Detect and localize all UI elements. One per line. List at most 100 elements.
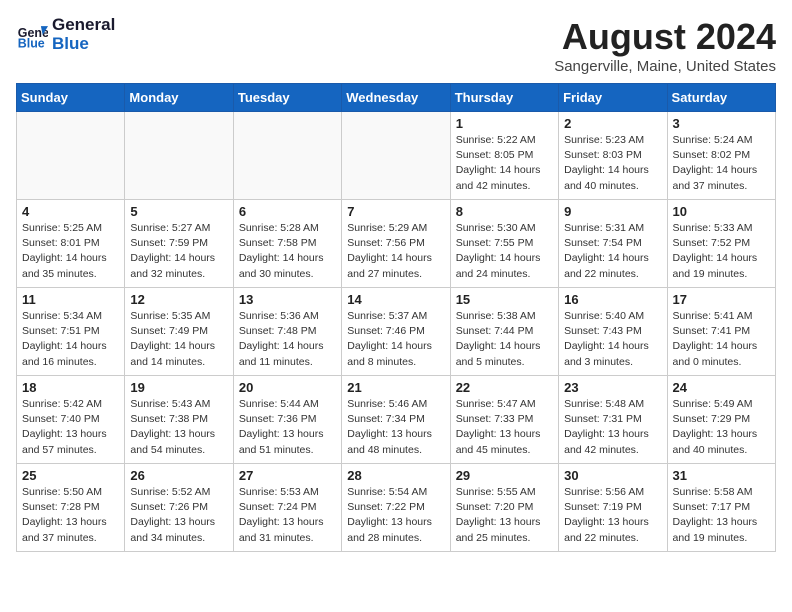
day-info: Sunrise: 5:48 AMSunset: 7:31 PMDaylight:…: [564, 397, 661, 458]
title-block: August 2024 Sangerville, Maine, United S…: [554, 16, 776, 75]
day-info: Sunrise: 5:58 AMSunset: 7:17 PMDaylight:…: [673, 485, 770, 546]
calendar-cell: 2 Sunrise: 5:23 AMSunset: 8:03 PMDaylight…: [559, 112, 667, 200]
week-row-2: 4 Sunrise: 5:25 AMSunset: 8:01 PMDaylight…: [17, 200, 776, 288]
week-row-4: 18 Sunrise: 5:42 AMSunset: 7:40 PMDayligh…: [17, 376, 776, 464]
calendar-cell: 10 Sunrise: 5:33 AMSunset: 7:52 PMDayligh…: [667, 200, 775, 288]
col-header-friday: Friday: [559, 84, 667, 112]
day-number: 2: [564, 116, 661, 131]
calendar-cell: [125, 112, 233, 200]
day-info: Sunrise: 5:40 AMSunset: 7:43 PMDaylight:…: [564, 309, 661, 370]
day-info: Sunrise: 5:46 AMSunset: 7:34 PMDaylight:…: [347, 397, 444, 458]
day-info: Sunrise: 5:55 AMSunset: 7:20 PMDaylight:…: [456, 485, 553, 546]
day-info: Sunrise: 5:23 AMSunset: 8:03 PMDaylight:…: [564, 133, 661, 194]
calendar-cell: 31 Sunrise: 5:58 AMSunset: 7:17 PMDayligh…: [667, 464, 775, 552]
day-number: 15: [456, 292, 553, 307]
day-number: 14: [347, 292, 444, 307]
calendar-cell: 9 Sunrise: 5:31 AMSunset: 7:54 PMDaylight…: [559, 200, 667, 288]
day-number: 5: [130, 204, 227, 219]
calendar-cell: [342, 112, 450, 200]
day-number: 21: [347, 380, 444, 395]
day-info: Sunrise: 5:38 AMSunset: 7:44 PMDaylight:…: [456, 309, 553, 370]
day-info: Sunrise: 5:43 AMSunset: 7:38 PMDaylight:…: [130, 397, 227, 458]
calendar-cell: 19 Sunrise: 5:43 AMSunset: 7:38 PMDayligh…: [125, 376, 233, 464]
calendar-cell: 16 Sunrise: 5:40 AMSunset: 7:43 PMDayligh…: [559, 288, 667, 376]
day-number: 28: [347, 468, 444, 483]
week-row-5: 25Sunrise: 5:50 AMSunset: 7:28 PMDayligh…: [17, 464, 776, 552]
calendar-cell: 24 Sunrise: 5:49 AMSunset: 7:29 PMDayligh…: [667, 376, 775, 464]
day-info: Sunrise: 5:28 AMSunset: 7:58 PMDaylight:…: [239, 221, 336, 282]
day-number: 19: [130, 380, 227, 395]
day-number: 11: [22, 292, 119, 307]
col-header-sunday: Sunday: [17, 84, 125, 112]
calendar-cell: 27 Sunrise: 5:53 AMSunset: 7:24 PMDayligh…: [233, 464, 341, 552]
calendar-cell: 8 Sunrise: 5:30 AMSunset: 7:55 PMDaylight…: [450, 200, 558, 288]
calendar-cell: 22Sunrise: 5:47 AMSunset: 7:33 PMDayligh…: [450, 376, 558, 464]
day-number: 16: [564, 292, 661, 307]
calendar-cell: 13 Sunrise: 5:36 AMSunset: 7:48 PMDayligh…: [233, 288, 341, 376]
day-info: Sunrise: 5:42 AMSunset: 7:40 PMDaylight:…: [22, 397, 119, 458]
day-info: Sunrise: 5:27 AMSunset: 7:59 PMDaylight:…: [130, 221, 227, 282]
calendar-cell: [17, 112, 125, 200]
day-info: Sunrise: 5:22 AMSunset: 8:05 PMDaylight:…: [456, 133, 553, 194]
calendar-cell: 14 Sunrise: 5:37 AMSunset: 7:46 PMDayligh…: [342, 288, 450, 376]
col-header-saturday: Saturday: [667, 84, 775, 112]
calendar-cell: 21 Sunrise: 5:46 AMSunset: 7:34 PMDayligh…: [342, 376, 450, 464]
calendar-cell: 6Sunrise: 5:28 AMSunset: 7:58 PMDaylight…: [233, 200, 341, 288]
day-number: 23: [564, 380, 661, 395]
calendar-cell: 15 Sunrise: 5:38 AMSunset: 7:44 PMDayligh…: [450, 288, 558, 376]
svg-text:Blue: Blue: [18, 36, 45, 50]
day-number: 20: [239, 380, 336, 395]
day-number: 9: [564, 204, 661, 219]
day-number: 4: [22, 204, 119, 219]
location-subtitle: Sangerville, Maine, United States: [554, 58, 776, 75]
day-number: 31: [673, 468, 770, 483]
day-number: 10: [673, 204, 770, 219]
month-year-title: August 2024: [554, 16, 776, 58]
day-info: Sunrise: 5:25 AMSunset: 8:01 PMDaylight:…: [22, 221, 119, 282]
calendar-cell: 3Sunrise: 5:24 AMSunset: 8:02 PMDaylight…: [667, 112, 775, 200]
calendar-cell: 25Sunrise: 5:50 AMSunset: 7:28 PMDayligh…: [17, 464, 125, 552]
day-number: 26: [130, 468, 227, 483]
day-info: Sunrise: 5:30 AMSunset: 7:55 PMDaylight:…: [456, 221, 553, 282]
calendar-cell: 20Sunrise: 5:44 AMSunset: 7:36 PMDayligh…: [233, 376, 341, 464]
day-info: Sunrise: 5:47 AMSunset: 7:33 PMDaylight:…: [456, 397, 553, 458]
calendar-cell: 7 Sunrise: 5:29 AMSunset: 7:56 PMDaylight…: [342, 200, 450, 288]
day-number: 8: [456, 204, 553, 219]
day-number: 27: [239, 468, 336, 483]
calendar-cell: 30 Sunrise: 5:56 AMSunset: 7:19 PMDayligh…: [559, 464, 667, 552]
page-header: General Blue General Blue August 2024 Sa…: [16, 16, 776, 75]
day-info: Sunrise: 5:53 AMSunset: 7:24 PMDaylight:…: [239, 485, 336, 546]
day-info: Sunrise: 5:49 AMSunset: 7:29 PMDaylight:…: [673, 397, 770, 458]
day-number: 1: [456, 116, 553, 131]
day-info: Sunrise: 5:29 AMSunset: 7:56 PMDaylight:…: [347, 221, 444, 282]
calendar-cell: 12Sunrise: 5:35 AMSunset: 7:49 PMDayligh…: [125, 288, 233, 376]
day-info: Sunrise: 5:31 AMSunset: 7:54 PMDaylight:…: [564, 221, 661, 282]
calendar-cell: 1 Sunrise: 5:22 AMSunset: 8:05 PMDaylight…: [450, 112, 558, 200]
col-header-wednesday: Wednesday: [342, 84, 450, 112]
day-number: 18: [22, 380, 119, 395]
day-info: Sunrise: 5:54 AMSunset: 7:22 PMDaylight:…: [347, 485, 444, 546]
day-number: 13: [239, 292, 336, 307]
day-info: Sunrise: 5:56 AMSunset: 7:19 PMDaylight:…: [564, 485, 661, 546]
calendar-cell: 26 Sunrise: 5:52 AMSunset: 7:26 PMDayligh…: [125, 464, 233, 552]
day-number: 24: [673, 380, 770, 395]
logo-icon: General Blue: [16, 19, 48, 51]
week-row-3: 11Sunrise: 5:34 AMSunset: 7:51 PMDayligh…: [17, 288, 776, 376]
day-number: 7: [347, 204, 444, 219]
day-info: Sunrise: 5:33 AMSunset: 7:52 PMDaylight:…: [673, 221, 770, 282]
day-number: 29: [456, 468, 553, 483]
day-number: 30: [564, 468, 661, 483]
day-info: Sunrise: 5:37 AMSunset: 7:46 PMDaylight:…: [347, 309, 444, 370]
day-info: Sunrise: 5:50 AMSunset: 7:28 PMDaylight:…: [22, 485, 119, 546]
calendar-table: SundayMondayTuesdayWednesdayThursdayFrid…: [16, 83, 776, 552]
day-info: Sunrise: 5:24 AMSunset: 8:02 PMDaylight:…: [673, 133, 770, 194]
day-info: Sunrise: 5:41 AMSunset: 7:41 PMDaylight:…: [673, 309, 770, 370]
calendar-cell: 4 Sunrise: 5:25 AMSunset: 8:01 PMDaylight…: [17, 200, 125, 288]
day-info: Sunrise: 5:52 AMSunset: 7:26 PMDaylight:…: [130, 485, 227, 546]
calendar-cell: 11Sunrise: 5:34 AMSunset: 7:51 PMDayligh…: [17, 288, 125, 376]
day-number: 17: [673, 292, 770, 307]
calendar-cell: 17 Sunrise: 5:41 AMSunset: 7:41 PMDayligh…: [667, 288, 775, 376]
day-info: Sunrise: 5:36 AMSunset: 7:48 PMDaylight:…: [239, 309, 336, 370]
col-header-monday: Monday: [125, 84, 233, 112]
col-header-thursday: Thursday: [450, 84, 558, 112]
